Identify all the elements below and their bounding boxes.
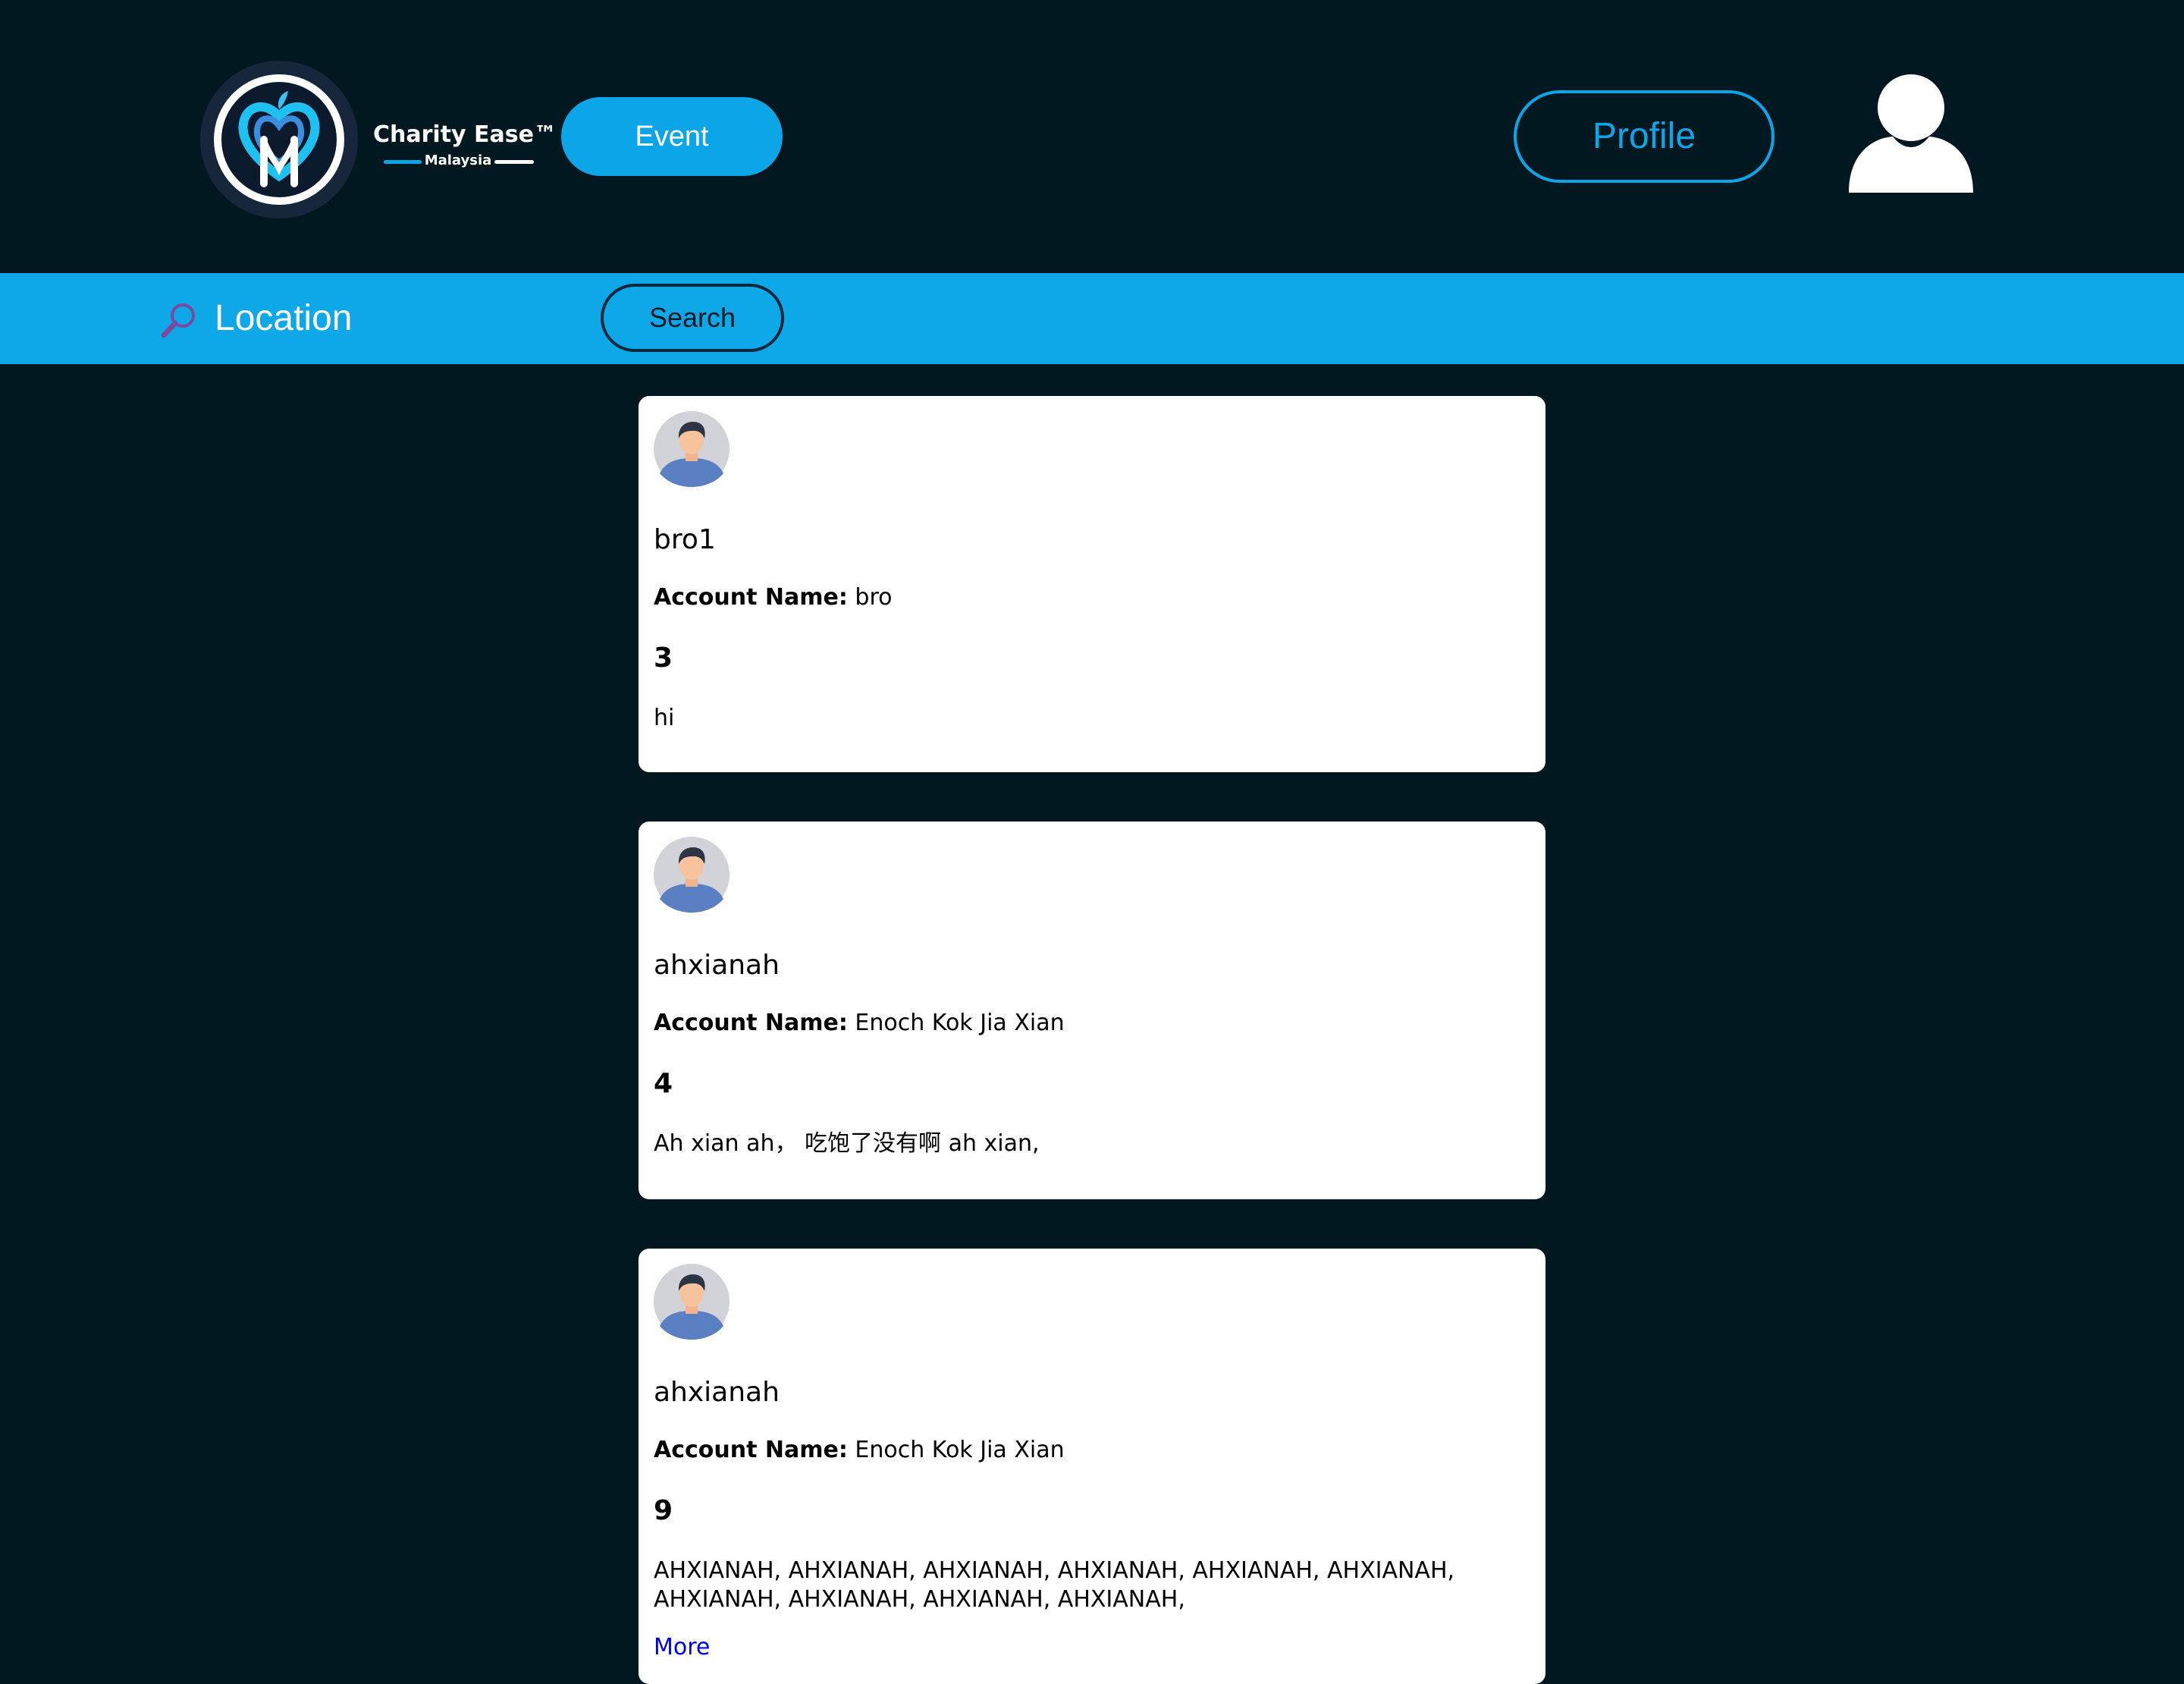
post-text: hi	[654, 705, 675, 731]
profile-button[interactable]: Profile	[1514, 90, 1774, 183]
post-account-name: Account Name: bro	[654, 583, 892, 613]
post-number: 9	[654, 1495, 673, 1526]
top-header: Charity Ease™ Malaysia Event Profile	[0, 0, 2184, 273]
magnifier-icon	[161, 303, 195, 338]
search-button[interactable]: Search	[601, 284, 784, 352]
brand-subtitle: Malaysia	[424, 152, 492, 168]
post-account-name: Account Name: Enoch Kok Jia Xian	[654, 1008, 1065, 1038]
user-avatar-icon[interactable]	[1849, 71, 1973, 196]
post-card: bro1 Account Name: bro 3 hi	[639, 396, 1545, 772]
account-name-label: Account Name:	[654, 1010, 848, 1036]
post-card: ahxianah Account Name: Enoch Kok Jia Xia…	[639, 822, 1545, 1199]
post-card: ahxianah Account Name: Enoch Kok Jia Xia…	[639, 1249, 1545, 1684]
post-text: AHXIANAH, AHXIANAH, AHXIANAH, AHXIANAH, …	[654, 1557, 1455, 1613]
account-name-value: bro	[855, 584, 893, 611]
profile-picture-icon	[654, 1264, 730, 1340]
brand-line-right	[494, 160, 534, 164]
location-search-bar: Location Search	[0, 273, 2184, 364]
post-account-name: Account Name: Enoch Kok Jia Xian	[654, 1435, 1065, 1466]
location-label[interactable]: Location	[215, 296, 352, 341]
account-name-label: Account Name:	[654, 1437, 848, 1463]
post-number: 3	[654, 642, 673, 674]
heart-hands-icon	[238, 91, 320, 187]
charity-ease-logo[interactable]	[200, 61, 358, 218]
event-button[interactable]: Event	[561, 97, 783, 176]
account-name-value: Enoch Kok Jia Xian	[855, 1010, 1065, 1036]
post-number: 4	[654, 1068, 673, 1099]
post-text: Ah xian ah， 吃饱了没有啊 ah xian,	[654, 1130, 1040, 1157]
post-username: ahxianah	[654, 1377, 780, 1408]
brand-name: Charity Ease™	[373, 121, 557, 148]
account-name-label: Account Name:	[654, 584, 848, 611]
account-name-value: Enoch Kok Jia Xian	[855, 1437, 1065, 1463]
profile-picture-icon	[654, 837, 730, 913]
more-link[interactable]: More	[654, 1632, 710, 1663]
brand-text: Charity Ease™ Malaysia	[373, 120, 557, 170]
brand-line-left	[384, 160, 422, 164]
post-username: ahxianah	[654, 950, 780, 981]
brand-subtitle-row: Malaysia	[373, 152, 544, 170]
profile-picture-icon	[654, 411, 730, 487]
post-username: bro1	[654, 524, 716, 555]
